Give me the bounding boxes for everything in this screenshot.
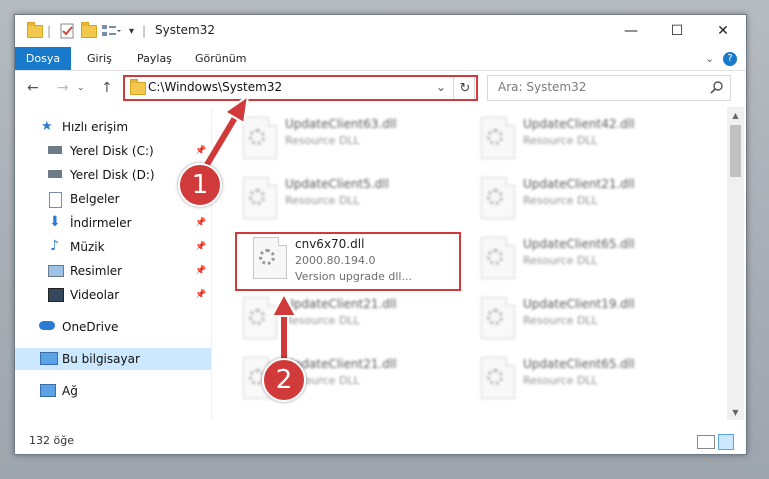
back-arrow-icon[interactable]: ← — [27, 80, 39, 96]
step-2-badge: 2 — [262, 358, 306, 402]
tab-share[interactable]: Paylaş — [137, 47, 172, 70]
help-icon[interactable]: ? — [723, 47, 737, 70]
tab-home[interactable]: Giriş — [87, 47, 112, 70]
video-icon — [48, 288, 64, 302]
picture-icon — [48, 265, 64, 277]
download-icon: ⬇ — [49, 214, 61, 230]
gear-icon — [487, 249, 503, 265]
chevron-down-icon[interactable]: ⌄ — [705, 47, 714, 70]
view-options-icon[interactable] — [101, 22, 121, 40]
file-tile[interactable]: UpdateClient63.dll Resource DLL — [237, 111, 457, 163]
gear-icon — [487, 189, 503, 205]
customize-toolbar-icon[interactable]: ▾ — [129, 22, 134, 40]
details-view-icon[interactable] — [697, 435, 715, 449]
gear-icon — [249, 189, 265, 205]
scrollbar-thumb[interactable] — [730, 125, 741, 177]
gear-icon — [487, 129, 503, 145]
sidebar-item-quick-access[interactable]: ★ Hızlı erişim — [15, 116, 211, 138]
step-1-badge: 1 — [178, 163, 222, 207]
sidebar-item-drive-c[interactable]: Yerel Disk (C:) 📌 — [15, 140, 211, 162]
sidebar-item-network[interactable]: Ağ — [15, 380, 211, 402]
file-tile[interactable]: UpdateClient65.dll Resource DLL — [475, 351, 695, 403]
star-icon: ★ — [41, 119, 53, 134]
sidebar-item-downloads[interactable]: ⬇ İndirmeler 📌 — [15, 212, 211, 234]
file-tile[interactable]: UpdateClient5.dll Resource DLL — [237, 171, 457, 223]
minimize-button[interactable]: — — [608, 15, 654, 47]
music-icon: ♪ — [50, 238, 59, 254]
file-tile[interactable]: UpdateClient65.dll Resource DLL — [475, 231, 695, 283]
gear-icon — [249, 129, 265, 145]
ribbon-tabs: Dosya Giriş Paylaş Görünüm ⌄ ? — [15, 47, 746, 71]
title-bar: | ▾ | System32 — ☐ ✕ — [15, 15, 746, 47]
search-icon[interactable] — [710, 80, 724, 97]
tiles-view-icon[interactable] — [718, 434, 734, 450]
gear-icon — [249, 309, 265, 325]
window-title: System32 — [155, 23, 216, 37]
gear-icon — [487, 309, 503, 325]
file-tile[interactable]: UpdateClient21.dll Resource DLL — [475, 171, 695, 223]
file-tile[interactable]: UpdateClient19.dll Resource DLL — [475, 291, 695, 343]
vertical-scrollbar[interactable]: ▲ ▼ — [727, 107, 744, 420]
item-count: 132 öğe — [29, 434, 74, 447]
close-button[interactable]: ✕ — [700, 15, 746, 47]
toolbar-separator: | — [142, 24, 147, 38]
forward-arrow-icon[interactable]: → — [57, 80, 69, 96]
file-highlight — [235, 232, 461, 291]
computer-icon — [40, 352, 58, 365]
pin-icon[interactable]: 📌 — [195, 290, 206, 300]
scroll-up-icon[interactable]: ▲ — [727, 107, 744, 123]
pin-icon[interactable]: 📌 — [195, 242, 206, 252]
drive-icon — [48, 146, 62, 154]
recent-locations-icon[interactable]: ⌄ — [77, 83, 85, 93]
sidebar-item-onedrive[interactable]: OneDrive — [15, 316, 211, 338]
sidebar-item-music[interactable]: ♪ Müzik 📌 — [15, 236, 211, 258]
up-arrow-icon[interactable]: ↑ — [101, 80, 113, 96]
navigation-pane: ★ Hızlı erişim Yerel Disk (C:) 📌 Yerel D… — [15, 107, 212, 420]
pin-icon[interactable]: 📌 — [195, 266, 206, 276]
tab-file[interactable]: Dosya — [15, 47, 71, 70]
maximize-button[interactable]: ☐ — [654, 15, 700, 47]
file-tile[interactable]: UpdateClient21.dll Resource DLL — [237, 291, 457, 343]
sidebar-item-pictures[interactable]: Resimler 📌 — [15, 260, 211, 282]
gear-icon — [487, 369, 503, 385]
pin-icon[interactable]: 📌 — [195, 218, 206, 228]
tab-view[interactable]: Görünüm — [195, 47, 246, 70]
scroll-down-icon[interactable]: ▼ — [727, 404, 744, 420]
pin-icon[interactable]: 📌 — [195, 146, 206, 156]
toolbar-separator: | — [47, 24, 52, 38]
properties-icon[interactable] — [59, 22, 75, 40]
search-input[interactable]: Ara: System32 — [498, 80, 586, 94]
network-icon — [40, 384, 56, 397]
status-bar: 132 öğe — [15, 430, 746, 454]
cloud-icon — [39, 321, 55, 330]
document-icon — [49, 192, 62, 208]
new-folder-icon[interactable] — [81, 21, 97, 40]
file-tile[interactable]: UpdateClient42.dll Resource DLL — [475, 111, 695, 163]
sidebar-item-this-pc[interactable]: Bu bilgisayar — [15, 348, 211, 370]
drive-icon — [48, 170, 62, 178]
folder-icon — [27, 21, 43, 40]
address-bar-highlight — [123, 75, 478, 101]
search-box[interactable]: Ara: System32 — [487, 75, 731, 101]
sidebar-item-videos[interactable]: Videolar 📌 — [15, 284, 211, 306]
